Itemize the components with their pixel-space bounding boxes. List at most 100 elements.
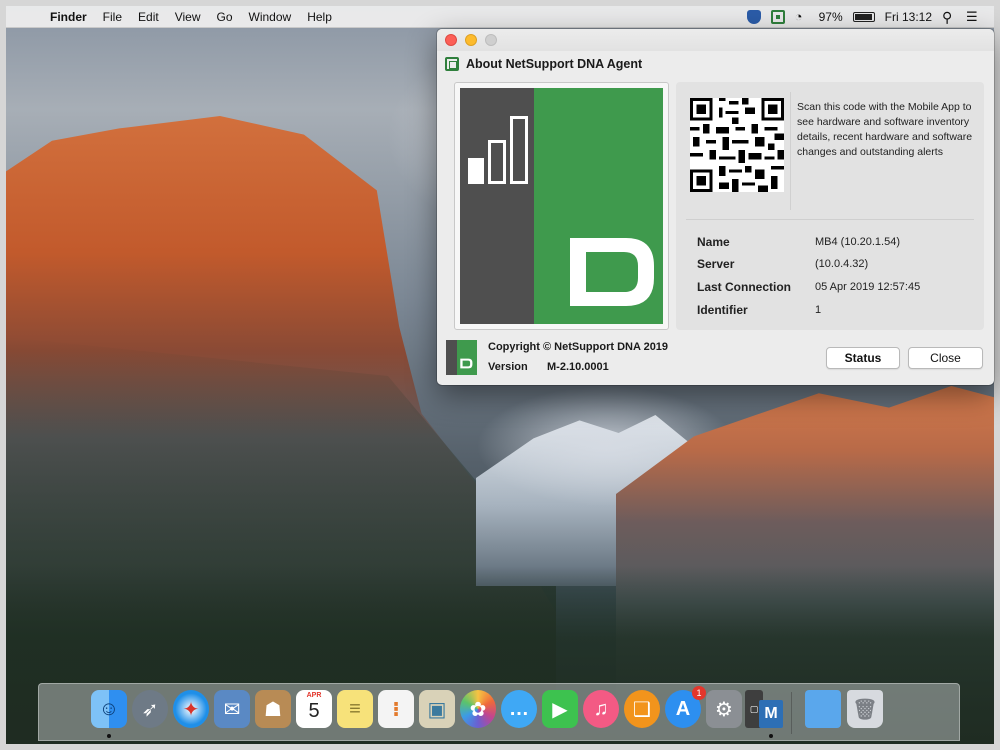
dock-netsupport-manager[interactable]: M — [759, 700, 783, 728]
dock-trash[interactable]: 🗑 — [847, 690, 883, 728]
battery-icon[interactable] — [852, 11, 875, 22]
version-label: Version — [488, 361, 528, 373]
facetime-icon: ▶ — [552, 698, 568, 721]
agent-info-panel: Scan this code with the Mobile App to se… — [676, 82, 984, 330]
version-value: M-2.10.0001 — [547, 361, 609, 373]
preview-icon: ▣ — [427, 698, 447, 721]
dock-finder[interactable]: ☺ — [91, 690, 127, 728]
running-indicator — [107, 734, 111, 738]
dock-notes[interactable]: ≡ — [337, 690, 373, 728]
manager-app-icon: M — [764, 705, 778, 722]
field-value-last-connection: 05 Apr 2019 12:57:45 — [815, 281, 921, 293]
dna-logo — [460, 88, 663, 324]
books-icon: ❑ — [633, 698, 651, 721]
messages-icon: … — [509, 697, 529, 720]
calendar-month: APR — [306, 692, 322, 699]
status-button[interactable]: Status — [826, 347, 900, 369]
dock-calendar[interactable]: APR 5 — [296, 690, 332, 728]
dock-app-store[interactable]: A 1 — [665, 686, 706, 728]
panel-separator — [686, 219, 974, 220]
dock-photos[interactable]: ✿ — [460, 690, 496, 728]
gear-icon: ⚙ — [715, 698, 733, 721]
music-icon: ♫ — [593, 697, 609, 720]
menu-edit[interactable]: Edit — [130, 6, 167, 28]
menu-help[interactable]: Help — [299, 6, 340, 28]
field-row-server: Server (10.0.4.32) — [697, 257, 977, 271]
field-value-name: MB4 (10.20.1.54) — [815, 236, 900, 248]
menu-bar: Finder File Edit View Go Window Help ◔ 9… — [6, 6, 994, 28]
dock-downloads-folder[interactable] — [805, 690, 841, 728]
qr-code-icon — [690, 98, 784, 192]
photos-icon: ✿ — [469, 698, 487, 721]
dna-logo-green-panel — [534, 88, 663, 324]
dna-d-letter-icon — [570, 238, 654, 306]
calendar-day: 5 — [308, 700, 320, 722]
rocket-icon: ➶ — [141, 698, 159, 721]
dock-reminders[interactable]: ⁝ — [378, 690, 414, 728]
reminders-icon: ⁝ — [392, 698, 400, 721]
menu-clock[interactable]: Fri 13:12 — [885, 10, 932, 24]
window-close-button[interactable] — [445, 34, 457, 46]
wifi-icon[interactable]: ◔ — [795, 9, 809, 24]
dna-logo-frame — [454, 82, 669, 330]
window-zoom-button — [485, 34, 497, 46]
field-label-last-connection: Last Connection — [697, 280, 792, 294]
field-value-server: (10.0.4.32) — [815, 258, 869, 270]
notification-center-icon[interactable]: ☰ — [966, 9, 980, 24]
footer-d-letter-icon — [460, 358, 473, 369]
footer-logo-dark — [446, 340, 457, 375]
trash-icon: 🗑 — [852, 698, 878, 721]
dock-launchpad[interactable]: ➶ — [132, 690, 168, 728]
notes-icon: ≡ — [349, 697, 361, 720]
window-header: About NetSupport DNA Agent — [437, 51, 994, 77]
dna-logo-dark-panel — [460, 88, 534, 324]
compass-icon: ✦ — [182, 698, 200, 721]
qr-divider — [790, 92, 791, 210]
field-row-identifier: Identifier 1 — [697, 303, 977, 317]
menu-window[interactable]: Window — [241, 6, 300, 28]
window-title: About NetSupport DNA Agent — [466, 57, 643, 71]
logo-bar-medium — [488, 140, 506, 184]
shield-icon[interactable] — [746, 9, 761, 24]
window-minimize-button[interactable] — [465, 34, 477, 46]
logo-bar-small — [468, 158, 484, 184]
dock-itunes[interactable]: ♫ — [583, 690, 619, 728]
dock-separator — [791, 692, 792, 734]
folder-icon — [805, 690, 841, 728]
menu-view[interactable]: View — [167, 6, 209, 28]
logo-bar-tall — [510, 116, 528, 184]
finder-icon: ☺ — [98, 697, 120, 720]
running-indicator — [769, 734, 773, 738]
menu-extras: ◔ 97% Fri 13:12 ⚲ ☰ — [746, 9, 994, 24]
stamp-icon: ✉ — [223, 698, 241, 721]
menu-go[interactable]: Go — [209, 6, 241, 28]
field-value-identifier: 1 — [815, 304, 822, 316]
close-button[interactable]: Close — [908, 347, 983, 369]
qr-instructions: Scan this code with the Mobile App to se… — [797, 101, 973, 158]
dock: ☺ ➶ ✦ ✉ ☗ APR 5 ≡ ⁝ ▣ ✿ … ▶ ♫ ❑ A 1 ⚙ ▢ … — [38, 683, 960, 741]
field-row-last-connection: Last Connection 05 Apr 2019 12:57:45 — [697, 280, 977, 294]
app-store-badge: 1 — [692, 686, 706, 700]
footer-logo-green — [457, 340, 477, 375]
dock-facetime[interactable]: ▶ — [542, 690, 578, 728]
dock-ibooks[interactable]: ❑ — [624, 690, 660, 728]
field-label-server: Server — [697, 257, 735, 271]
dna-small-icon — [445, 57, 459, 71]
dock-messages[interactable]: … — [501, 690, 537, 728]
contacts-icon: ☗ — [264, 698, 282, 721]
menu-app-name[interactable]: Finder — [42, 6, 95, 28]
dock-safari[interactable]: ✦ — [173, 690, 209, 728]
field-row-name: Name MB4 (10.20.1.54) — [697, 235, 977, 249]
copyright-text: Copyright © NetSupport DNA 2019 — [488, 341, 669, 353]
dock-preview[interactable]: ▣ — [419, 690, 455, 728]
about-window: About NetSupport DNA Agent Scan this cod… — [437, 29, 994, 385]
field-label-name: Name — [697, 235, 730, 249]
netsupport-dna-status-icon[interactable] — [770, 9, 785, 24]
menu-file[interactable]: File — [95, 6, 130, 28]
dock-contacts[interactable]: ☗ — [255, 690, 291, 728]
dock-system-preferences[interactable]: ⚙ — [706, 690, 742, 728]
spotlight-search-icon[interactable]: ⚲ — [942, 10, 956, 24]
battery-percent[interactable]: 97% — [819, 10, 843, 24]
window-titlebar[interactable] — [437, 29, 994, 51]
dock-mail[interactable]: ✉ — [214, 690, 250, 728]
